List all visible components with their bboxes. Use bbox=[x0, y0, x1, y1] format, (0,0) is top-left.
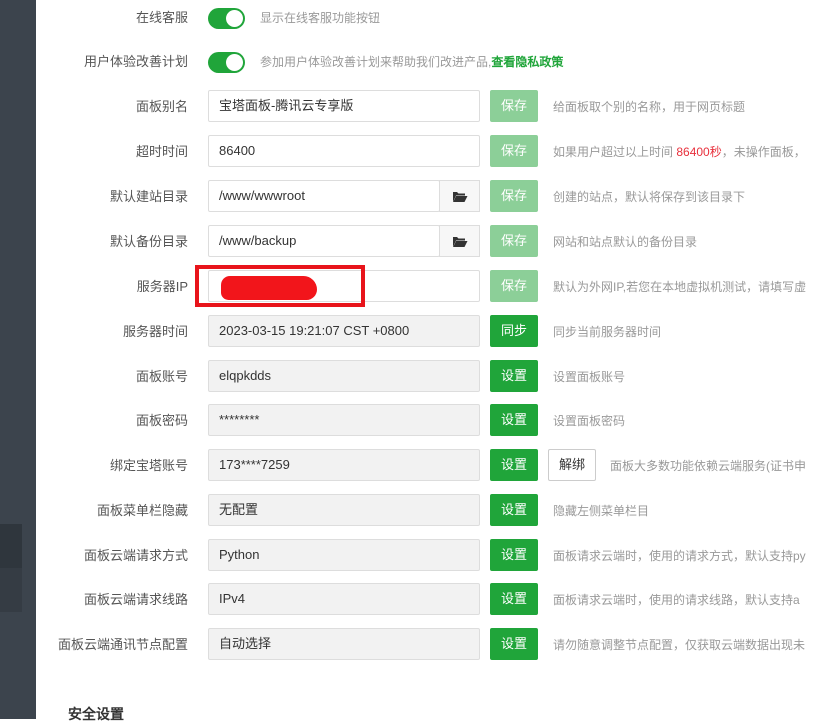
toggle-knob bbox=[226, 54, 243, 71]
default-backup-dir-input[interactable]: /www/backup bbox=[208, 225, 440, 257]
default-site-dir-input[interactable]: /www/wwwroot bbox=[208, 180, 440, 212]
default-backup-dir-save-button[interactable]: 保存 bbox=[490, 225, 538, 257]
timeout-desc-post: ，未操作面板， bbox=[721, 145, 806, 159]
server-ip-label: 服务器IP bbox=[136, 279, 188, 294]
row-panel-alias: 面板别名 宝塔面板-腾讯云专享版 保存 给面板取个别的名称，用于网页标题 bbox=[36, 90, 814, 124]
panel-account-input: elqpkdds bbox=[208, 360, 480, 392]
sidebar-menu-item[interactable] bbox=[0, 524, 22, 568]
timeout-input[interactable]: 86400 bbox=[208, 135, 480, 167]
bt-account-unbind-button[interactable]: 解绑 bbox=[548, 449, 596, 481]
row-online-service: 在线客服 显示在线客服功能按钮 bbox=[36, 1, 814, 35]
panel-account-set-button[interactable]: 设置 bbox=[490, 360, 538, 392]
row-server-ip: 服务器IP 保存 默认为外网IP,若您在本地虚拟机测试，请填写虚 bbox=[36, 270, 814, 304]
row-default-backup-dir: 默认备份目录 /www/backup 保存 网站和站点默认的备份目录 bbox=[36, 225, 814, 259]
timeout-label: 超时时间 bbox=[135, 144, 188, 159]
cloud-request-line-desc: 面板请求云端时，使用的请求线路，默认支持a bbox=[553, 593, 800, 607]
row-menu-hide: 面板菜单栏隐藏 无配置 设置 隐藏左侧菜单栏目 bbox=[36, 494, 814, 528]
row-cloud-node: 面板云端通讯节点配置 自动选择 设置 请勿随意调整节点配置，仅获取云端数据出现未 bbox=[36, 628, 814, 662]
folder-browse-button[interactable] bbox=[439, 225, 480, 257]
row-cloud-request-mode: 面板云端请求方式 Python 设置 面板请求云端时，使用的请求方式，默认支持p… bbox=[36, 539, 814, 573]
row-cloud-request-line: 面板云端请求线路 IPv4 设置 面板请求云端时，使用的请求线路，默认支持a bbox=[36, 583, 814, 617]
menu-hide-desc: 隐藏左侧菜单栏目 bbox=[553, 504, 650, 518]
default-backup-dir-desc: 网站和站点默认的备份目录 bbox=[553, 235, 698, 249]
panel-password-set-button[interactable]: 设置 bbox=[490, 404, 538, 436]
settings-panel: 在线客服 显示在线客服功能按钮 用户体验改善计划 参加用户体验改善计划来帮助我们… bbox=[36, 0, 814, 722]
default-site-dir-label: 默认建站目录 bbox=[109, 189, 188, 204]
server-ip-save-button[interactable]: 保存 bbox=[490, 270, 538, 302]
cloud-node-set-button[interactable]: 设置 bbox=[490, 628, 538, 660]
bt-account-desc: 面板大多数功能依赖云端服务(证书申 bbox=[610, 459, 806, 473]
row-bt-account: 绑定宝塔账号 173****7259 设置 解绑 面板大多数功能依赖云端服务(证… bbox=[36, 449, 814, 483]
server-time-desc: 同步当前服务器时间 bbox=[553, 325, 662, 339]
row-default-site-dir: 默认建站目录 /www/wwwroot 保存 创建的站点，默认将保存到该目录下 bbox=[36, 180, 814, 214]
panel-password-desc: 设置面板密码 bbox=[553, 414, 626, 428]
default-backup-dir-label: 默认备份目录 bbox=[109, 234, 188, 249]
bt-account-set-button[interactable]: 设置 bbox=[490, 449, 538, 481]
toggle-knob bbox=[226, 10, 243, 27]
default-site-dir-desc: 创建的站点，默认将保存到该目录下 bbox=[553, 190, 746, 204]
row-server-time: 服务器时间 2023-03-15 19:21:07 CST +0800 同步 同… bbox=[36, 315, 814, 349]
cloud-node-label: 面板云端通讯节点配置 bbox=[57, 637, 188, 652]
server-ip-desc: 默认为外网IP,若您在本地虚拟机测试，请填写虚 bbox=[553, 280, 807, 294]
folder-open-icon bbox=[452, 236, 467, 247]
panel-account-label: 面板账号 bbox=[135, 369, 188, 384]
row-panel-account: 面板账号 elqpkdds 设置 设置面板账号 bbox=[36, 360, 814, 394]
ux-plan-desc-text: 参加用户体验改善计划来帮助我们改进产品, bbox=[260, 55, 492, 69]
section-title-security: 安全设置 bbox=[68, 706, 124, 722]
panel-alias-desc: 给面板取个别的名称，用于网页标题 bbox=[553, 100, 746, 114]
sidebar bbox=[0, 0, 36, 719]
cloud-node-desc: 请勿随意调整节点配置，仅获取云端数据出现未 bbox=[553, 638, 806, 652]
cloud-node-input: 自动选择 bbox=[208, 628, 480, 660]
folder-open-icon bbox=[452, 191, 467, 202]
cloud-request-line-label: 面板云端请求线路 bbox=[83, 592, 188, 607]
ux-plan-toggle[interactable] bbox=[208, 52, 245, 73]
timeout-save-button[interactable]: 保存 bbox=[490, 135, 538, 167]
cloud-request-mode-desc: 面板请求云端时，使用的请求方式，默认支持py bbox=[553, 549, 806, 563]
server-time-input: 2023-03-15 19:21:07 CST +0800 bbox=[208, 315, 480, 347]
row-panel-password: 面板密码 ******** 设置 设置面板密码 bbox=[36, 404, 814, 438]
row-timeout: 超时时间 86400 保存 如果用户超过以上时间 86400秒，未操作面板， bbox=[36, 135, 814, 169]
menu-hide-input: 无配置 bbox=[208, 494, 480, 526]
panel-alias-input[interactable]: 宝塔面板-腾讯云专享版 bbox=[208, 90, 480, 122]
panel-password-input: ******** bbox=[208, 404, 480, 436]
timeout-desc: 如果用户超过以上时间 86400秒，未操作面板， bbox=[553, 135, 806, 169]
default-site-dir-save-button[interactable]: 保存 bbox=[490, 180, 538, 212]
privacy-policy-link[interactable]: 查看隐私政策 bbox=[491, 55, 563, 69]
cloud-request-mode-input: Python bbox=[208, 539, 480, 571]
panel-alias-label: 面板别名 bbox=[135, 99, 188, 114]
online-service-label: 在线客服 bbox=[135, 10, 188, 25]
online-service-toggle[interactable] bbox=[208, 8, 245, 29]
highlight-box bbox=[195, 265, 365, 307]
bt-account-label: 绑定宝塔账号 bbox=[109, 458, 188, 473]
cloud-request-line-input: IPv4 bbox=[208, 583, 480, 615]
panel-password-label: 面板密码 bbox=[135, 413, 188, 428]
panel-account-desc: 设置面板账号 bbox=[553, 370, 626, 384]
panel-alias-save-button[interactable]: 保存 bbox=[490, 90, 538, 122]
menu-hide-label: 面板菜单栏隐藏 bbox=[96, 503, 188, 518]
row-ux-plan: 用户体验改善计划 参加用户体验改善计划来帮助我们改进产品,查看隐私政策 bbox=[36, 45, 814, 79]
server-time-sync-button[interactable]: 同步 bbox=[490, 315, 538, 347]
menu-hide-set-button[interactable]: 设置 bbox=[490, 494, 538, 526]
cloud-request-mode-set-button[interactable]: 设置 bbox=[490, 539, 538, 571]
cloud-request-line-set-button[interactable]: 设置 bbox=[490, 583, 538, 615]
online-service-desc: 显示在线客服功能按钮 bbox=[260, 11, 381, 25]
timeout-desc-seconds: 86400秒 bbox=[676, 145, 722, 159]
cloud-request-mode-label: 面板云端请求方式 bbox=[83, 548, 188, 563]
bt-account-input: 173****7259 bbox=[208, 449, 480, 481]
server-time-label: 服务器时间 bbox=[122, 324, 188, 339]
folder-browse-button[interactable] bbox=[439, 180, 480, 212]
timeout-desc-pre: 如果用户超过以上时间 bbox=[553, 145, 677, 159]
ux-plan-desc: 参加用户体验改善计划来帮助我们改进产品,查看隐私政策 bbox=[260, 45, 563, 79]
sidebar-menu-item[interactable] bbox=[0, 568, 22, 612]
ux-plan-label: 用户体验改善计划 bbox=[83, 54, 188, 69]
